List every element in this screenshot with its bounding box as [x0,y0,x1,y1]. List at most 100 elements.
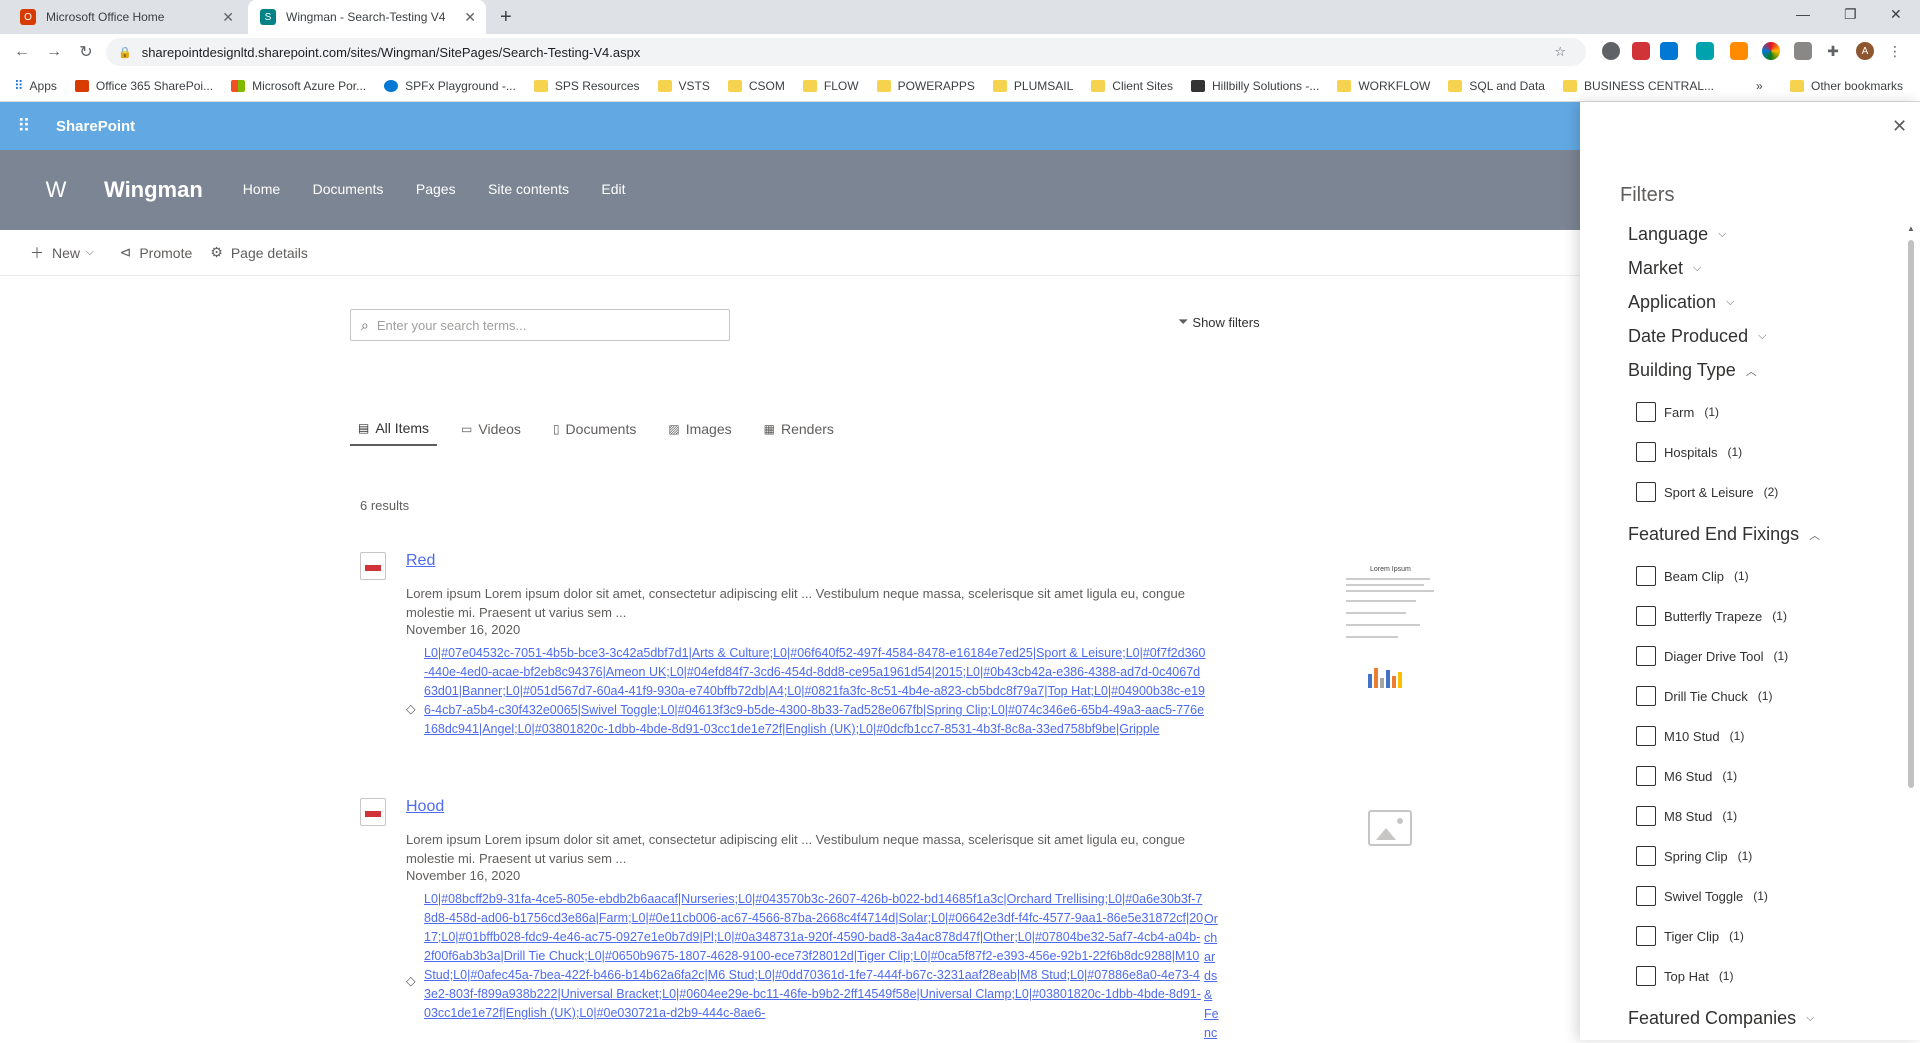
restore-icon[interactable]: ❐ [1844,6,1857,23]
nav-home[interactable]: Home [243,181,280,197]
filter-option[interactable]: M6 Stud (1) [1636,766,1737,786]
app-launcher-icon[interactable]: ⠿ [0,116,48,137]
filter-option[interactable]: Beam Clip (1) [1636,566,1749,586]
result-title[interactable]: Hood [406,798,444,816]
bookmark-folder[interactable]: FLOW [802,79,859,93]
checkbox[interactable] [1636,402,1656,422]
address-bar[interactable]: 🔒 sharepointdesignltd.sharepoint.com/sit… [106,38,1586,66]
sharepoint-brand[interactable]: SharePoint [56,118,135,135]
site-title[interactable]: Wingman [104,177,203,203]
bookmark-item[interactable]: Hillbilly Solutions -... [1190,79,1319,93]
bookmark-item[interactable]: Microsoft Azure Por... [231,79,366,93]
reload-icon[interactable]: ↻ [70,42,102,62]
browser-tab-wingman[interactable]: S Wingman - Search-Testing V4 ✕ [248,0,486,34]
checkbox[interactable] [1636,646,1656,666]
result-thumbnail[interactable]: Lorem Ipsum [1340,562,1442,700]
result-tags-text[interactable]: L0|#08bcff2b9-31fa-4ce5-805e-ebdb2b6aaca… [424,890,1206,1023]
new-tab-icon[interactable]: + [500,6,512,29]
checkbox[interactable] [1636,606,1656,626]
extension-icon[interactable] [1794,42,1812,60]
more-menu-icon[interactable]: ⋮ [1886,42,1904,60]
new-button[interactable]: ＋ New ⌵ [30,243,102,263]
nav-documents[interactable]: Documents [313,181,384,197]
filter-option[interactable]: Butterfly Trapeze (1) [1636,606,1787,626]
color-extension-icon[interactable] [1762,42,1780,60]
checkbox[interactable] [1636,806,1656,826]
checkbox[interactable] [1636,686,1656,706]
promote-button[interactable]: ⊲ Promote [120,244,193,261]
filter-option[interactable]: Tiger Clip (1) [1636,926,1744,946]
pdf-extension-icon[interactable] [1632,42,1650,60]
checkbox[interactable] [1636,566,1656,586]
filter-group-application[interactable]: Application ⌵ [1628,292,1734,313]
filter-option[interactable]: Sport & Leisure (2) [1636,482,1778,502]
tab-all-items[interactable]: ▤ All Items [350,412,438,446]
checkbox[interactable] [1636,966,1656,986]
browser-tab-office[interactable]: O Microsoft Office Home ✕ [8,0,244,34]
extension-icon[interactable] [1730,42,1748,60]
bookmark-folder[interactable]: VSTS [657,79,710,93]
minimize-icon[interactable]: — [1796,6,1810,22]
tab-videos[interactable]: ▭ Videos [453,412,529,446]
nav-site-contents[interactable]: Site contents [488,181,569,197]
result-tags[interactable]: ◇ L0|#07e04532c-7051-4b5b-bce3-3c42a5dbf… [406,644,1206,739]
bookmark-folder[interactable]: SPS Resources [533,79,640,93]
bookmark-item[interactable]: SPFx Playground -... [384,79,516,93]
back-icon[interactable]: ← [6,43,38,61]
filter-option[interactable]: Spring Clip (1) [1636,846,1752,866]
bookmark-folder[interactable]: WORKFLOW [1337,79,1430,93]
filter-option[interactable]: Hospitals (1) [1636,442,1742,462]
checkbox[interactable] [1636,482,1656,502]
filter-group-featured-companies[interactable]: Featured Companies ⌵ [1628,1008,1814,1029]
filter-group-building-type[interactable]: Building Type ︿ [1628,360,1757,381]
tab-documents[interactable]: ▯ Documents [545,412,644,446]
avatar[interactable]: A [1856,42,1874,60]
lock-icon[interactable]: 🔒 [118,46,132,59]
bookmark-folder[interactable]: CSOM [727,79,785,93]
result-title[interactable]: Red [406,552,435,570]
extension-icon[interactable] [1660,42,1678,60]
bookmark-apps[interactable]: ⠿ Apps [14,78,57,94]
show-filters-button[interactable]: ⏷ Show filters [1178,314,1260,330]
tab-renders[interactable]: ▦ Renders [756,412,842,446]
filter-option[interactable]: Diager Drive Tool (1) [1636,646,1788,666]
filter-group-featured-end-fixings[interactable]: Featured End Fixings ︿ [1628,524,1820,545]
tab-images[interactable]: ▨ Images [660,412,739,446]
image-placeholder-icon[interactable] [1368,810,1412,846]
checkbox[interactable] [1636,926,1656,946]
bookmark-folder[interactable]: BUSINESS CENTRAL... [1562,79,1714,93]
bookmarks-overflow[interactable]: » [1756,79,1763,93]
filter-option[interactable]: Drill Tie Chuck (1) [1636,686,1772,706]
filter-option[interactable]: Swivel Toggle (1) [1636,886,1768,906]
bookmark-folder[interactable]: SQL and Data [1448,79,1545,93]
bookmark-folder[interactable]: Client Sites [1091,79,1173,93]
checkbox[interactable] [1636,726,1656,746]
close-icon[interactable]: ✕ [222,9,234,26]
nav-edit[interactable]: Edit [601,181,625,197]
bookmark-folder[interactable]: POWERAPPS [876,79,975,93]
checkbox[interactable] [1636,846,1656,866]
bookmark-folder[interactable]: PLUMSAIL [992,79,1073,93]
filter-option[interactable]: Top Hat (1) [1636,966,1733,986]
puzzle-icon[interactable]: ✚ [1824,42,1842,60]
bookmark-item[interactable]: Office 365 SharePoi... [74,79,213,93]
result-side-tag[interactable]: Orchards & Fenc [1204,910,1222,1043]
bookmark-star-icon[interactable]: ☆ [1554,44,1566,60]
checkbox[interactable] [1636,886,1656,906]
extension-icon[interactable] [1696,42,1714,60]
filter-option[interactable]: M8 Stud (1) [1636,806,1737,826]
forward-icon[interactable]: → [38,43,70,61]
nav-pages[interactable]: Pages [416,181,456,197]
checkbox[interactable] [1636,766,1656,786]
filter-option[interactable]: M10 Stud (1) [1636,726,1744,746]
scrollbar-thumb[interactable] [1908,240,1914,788]
result-tags[interactable]: ◇ L0|#08bcff2b9-31fa-4ce5-805e-ebdb2b6aa… [406,890,1206,1023]
page-details-button[interactable]: ⚙ Page details [210,244,308,261]
search-input[interactable]: ⌕ Enter your search terms... [350,309,730,341]
close-icon[interactable]: ✕ [1892,116,1907,137]
filter-group-market[interactable]: Market ⌵ [1628,258,1701,279]
scroll-up-icon[interactable]: ▲ [1907,224,1915,233]
bookmark-other[interactable]: Other bookmarks [1790,79,1903,93]
checkbox[interactable] [1636,442,1656,462]
extension-icon[interactable] [1602,42,1620,60]
